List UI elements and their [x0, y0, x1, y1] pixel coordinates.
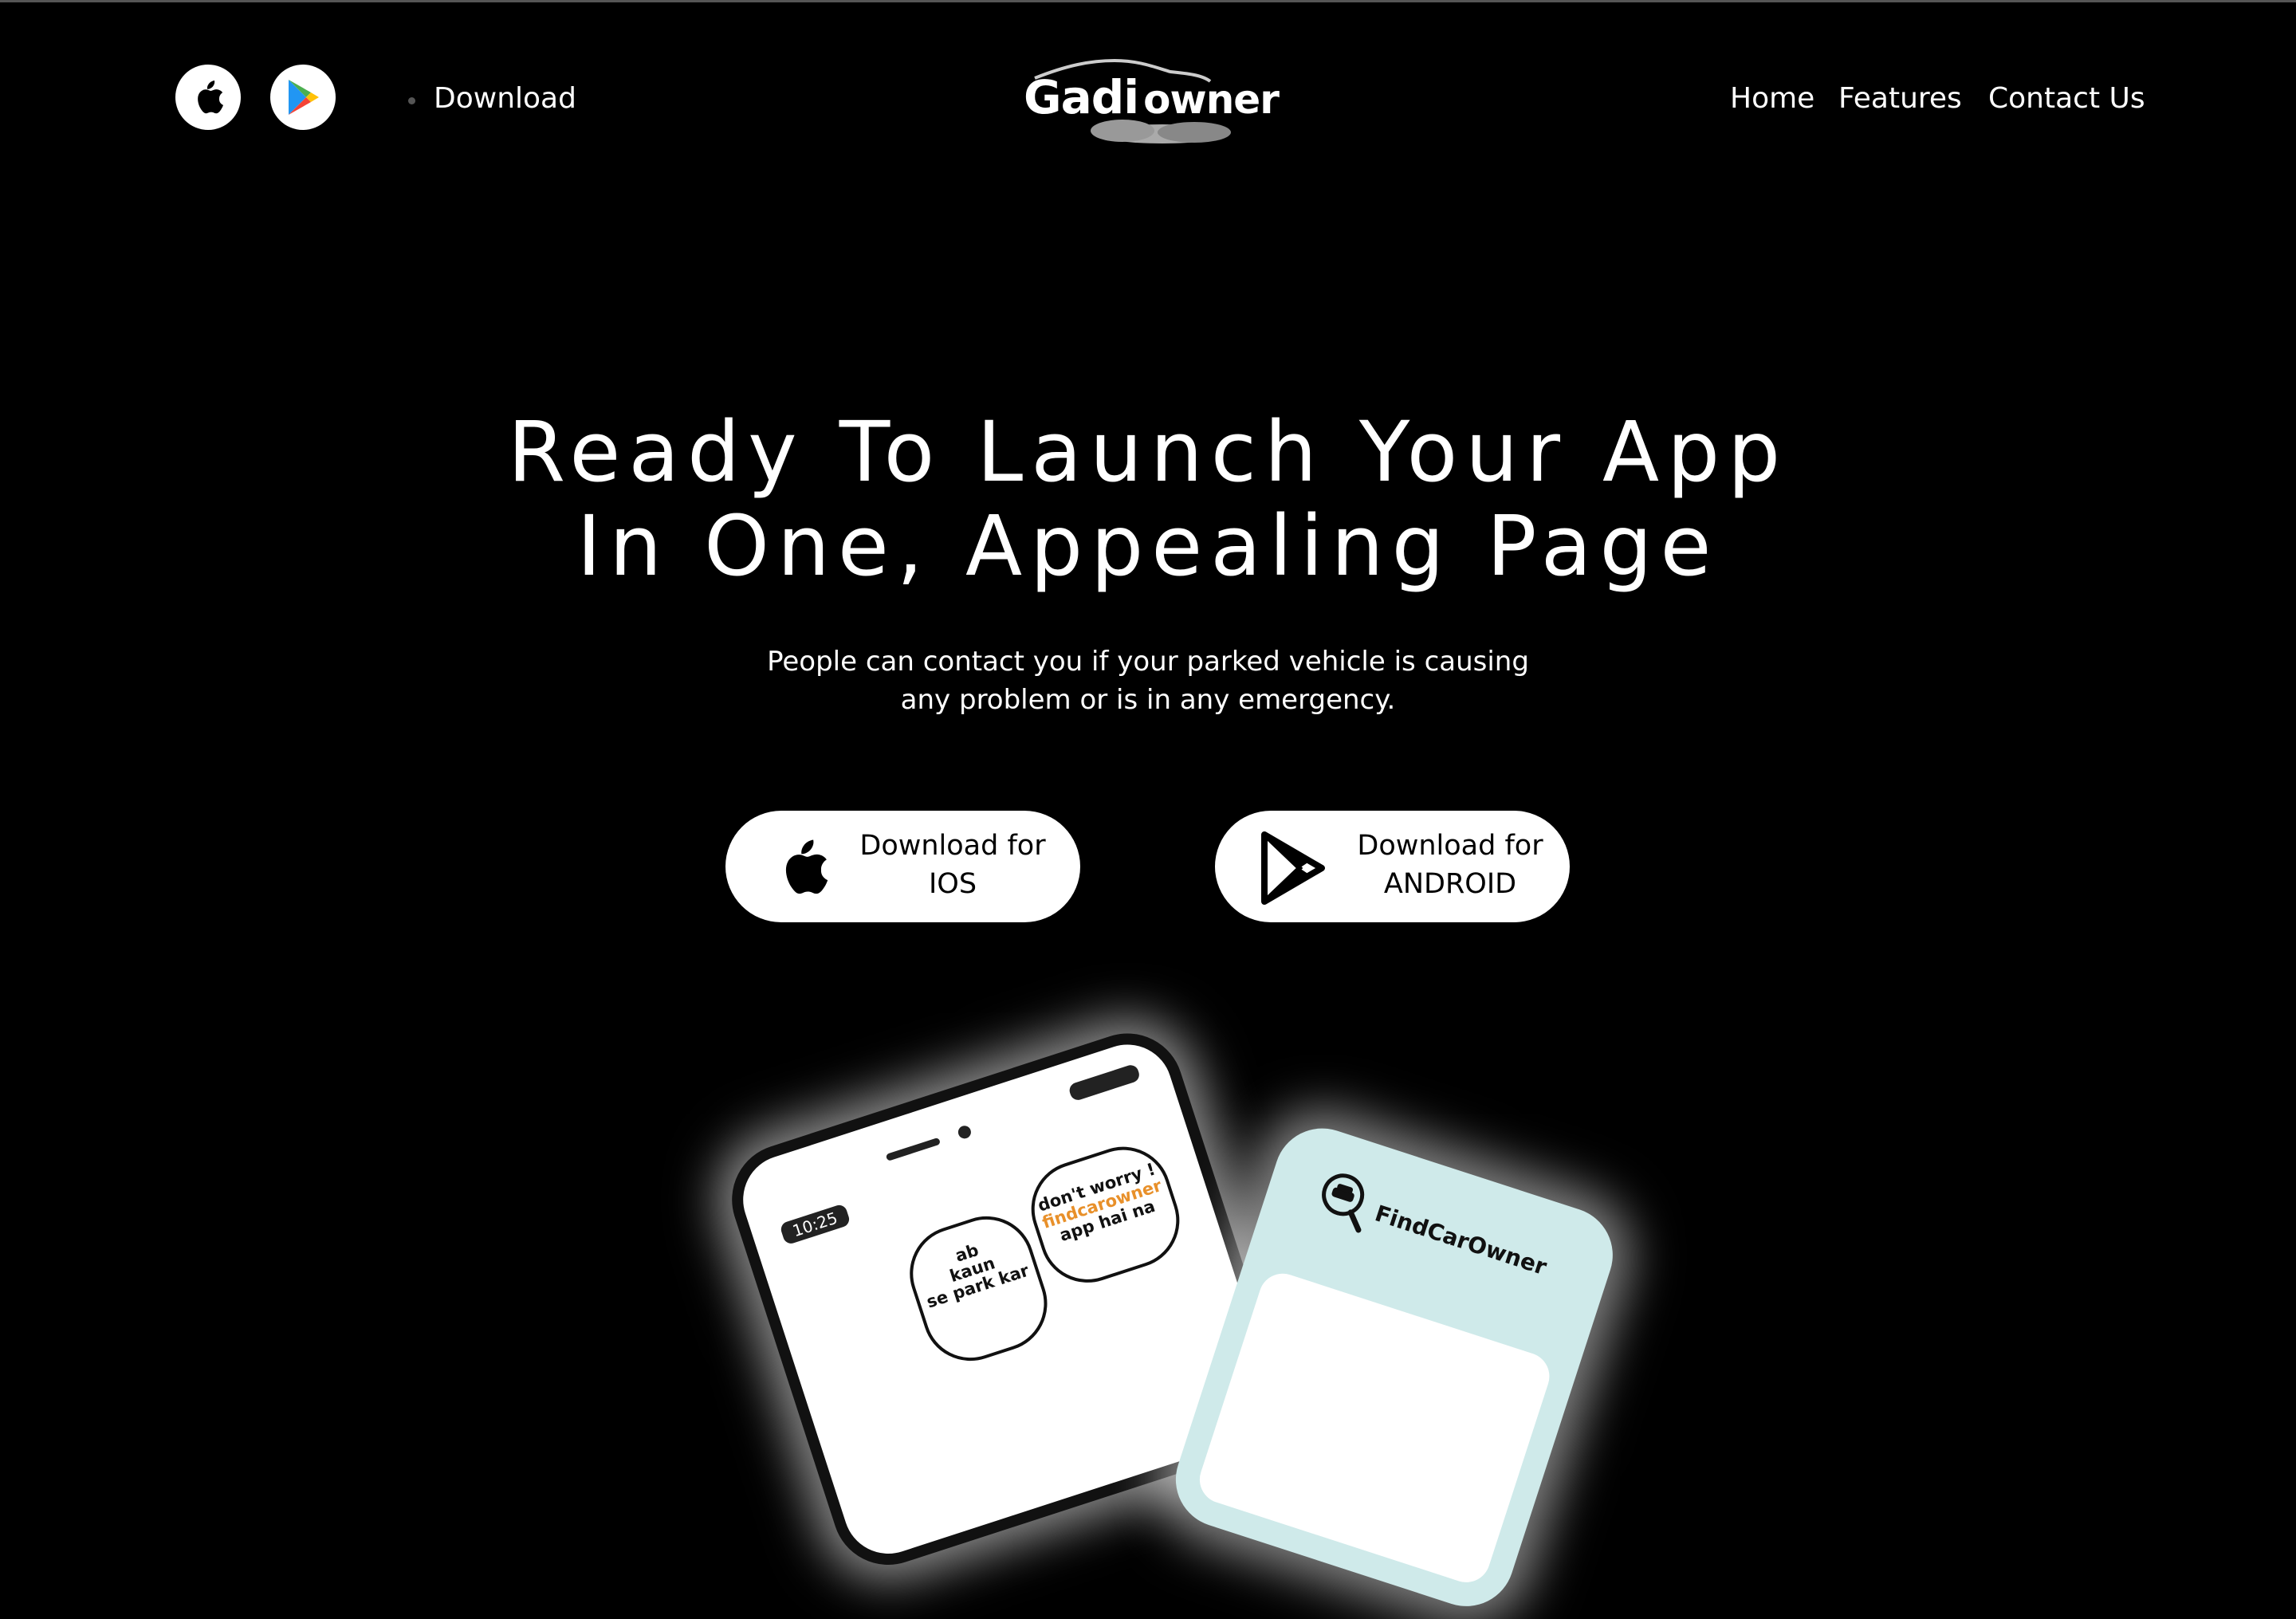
nav-features[interactable]: Features — [1838, 80, 1962, 118]
play-store-link[interactable] — [270, 65, 336, 130]
download-ios-label: Download for IOS — [845, 827, 1060, 903]
apple-icon — [785, 839, 828, 894]
findcarowner-brand: FindCarOwner — [1371, 1200, 1551, 1281]
status-bar-icons — [1067, 1063, 1142, 1102]
hero-subtitle-line-1: People can contact you if your parked ve… — [767, 646, 1529, 678]
top-divider — [0, 0, 2296, 2]
hero-title: Ready To Launch Your App In One, Appeali… — [271, 405, 2025, 593]
hero-title-line-2: In One, Appealing Page — [576, 497, 1720, 595]
brand-logo[interactable]: Gadi owner — [1019, 54, 1306, 143]
apple-icon — [198, 81, 223, 114]
status-bar-time: 10:25 — [779, 1203, 851, 1246]
download-ios-line-2: IOS — [928, 868, 977, 900]
nav-home[interactable]: Home — [1730, 80, 1814, 118]
phone-camera — [956, 1124, 973, 1141]
nav-contact-us[interactable]: Contact Us — [1988, 80, 2145, 118]
google-play-icon — [1261, 831, 1325, 905]
hero-subtitle: People can contact you if your parked ve… — [710, 642, 1586, 719]
speech-bubble-answer: don't worry ! findcarowner app hai na — [1019, 1134, 1192, 1295]
bullet-dot — [408, 97, 415, 104]
download-android-line-1: Download for — [1357, 830, 1543, 862]
brand-logo-main: Gadi — [1024, 70, 1139, 124]
phone-content-panel — [1193, 1267, 1556, 1589]
download-ios-line-1: Download for — [859, 830, 1046, 862]
phone-speaker — [885, 1137, 942, 1161]
car-search-icon — [1322, 1173, 1365, 1233]
google-play-icon — [289, 80, 319, 115]
download-link[interactable]: Download — [434, 80, 576, 118]
download-android-label: Download for ANDROID — [1343, 827, 1558, 903]
download-android-button[interactable]: Download for ANDROID — [1215, 811, 1570, 922]
hero-subtitle-line-2: any problem or is in any emergency. — [900, 684, 1396, 716]
download-ios-button[interactable]: Download for IOS — [725, 811, 1080, 922]
phone-mockup-right: FindCarOwner — [1163, 1116, 1626, 1619]
hero-title-line-1: Ready To Launch Your App — [507, 403, 1789, 501]
download-android-line-2: ANDROID — [1383, 868, 1517, 900]
app-store-link[interactable] — [175, 65, 241, 130]
brand-logo-text: Gadi owner — [1024, 70, 1280, 124]
brand-logo-suffix: owner — [1143, 77, 1280, 123]
